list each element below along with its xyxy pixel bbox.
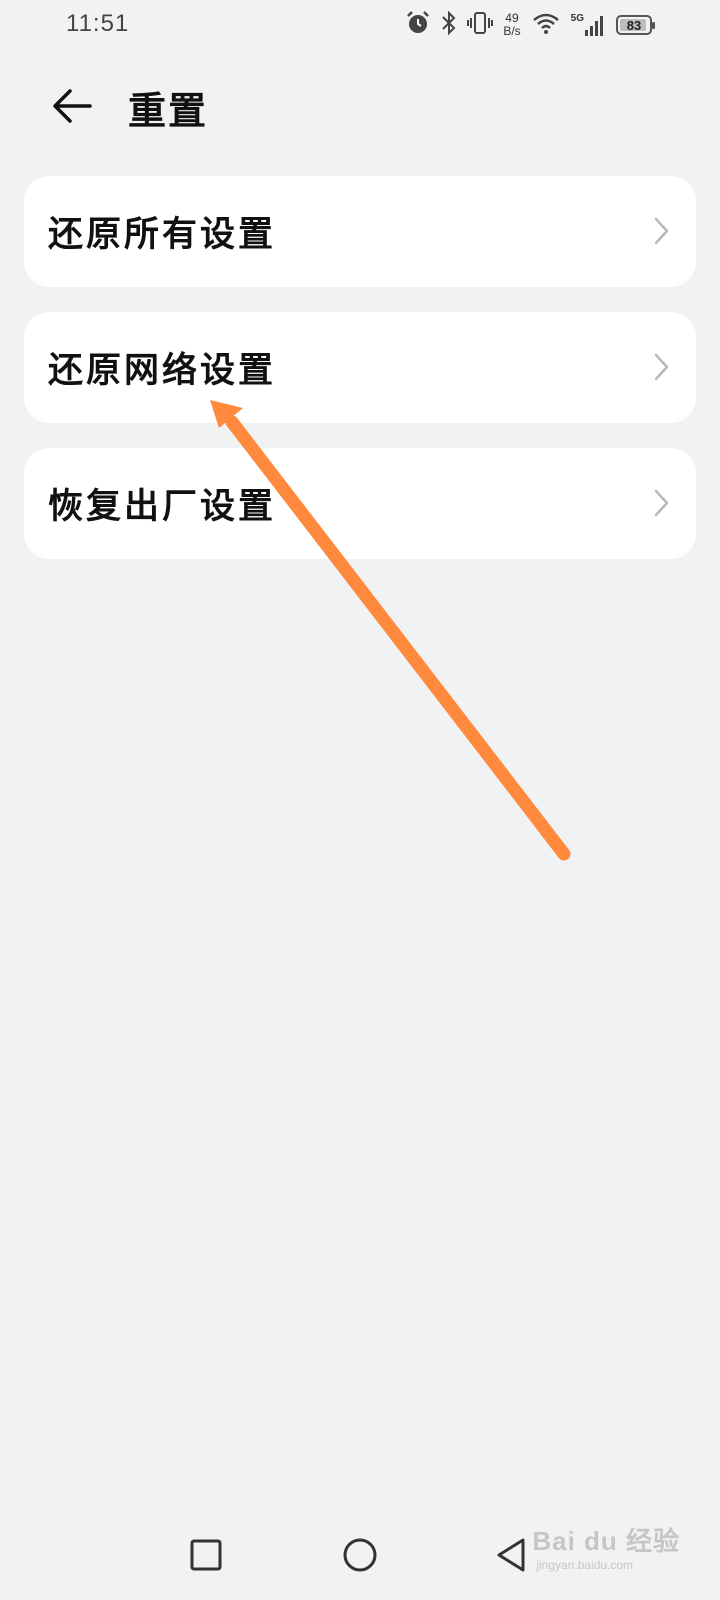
watermark-sub: jingyan.baidu.com: [536, 1558, 634, 1572]
status-bar: 11:51 49 B/s 5G 83: [0, 0, 720, 50]
network-type: 5G: [570, 13, 584, 24]
settings-list: 还原所有设置 还原网络设置 恢复出厂设置: [24, 176, 696, 584]
back-triangle-icon: [497, 1538, 525, 1572]
chevron-right-icon: [654, 353, 669, 381]
header: 重置: [0, 70, 720, 140]
alarm-icon: [405, 10, 431, 40]
arrow-left-icon: [53, 89, 92, 123]
list-item-reset-network-settings[interactable]: 还原网络设置: [24, 312, 696, 423]
list-item-label: 还原所有设置: [48, 214, 277, 255]
battery-icon: 83: [616, 15, 655, 35]
status-time: 11:51: [66, 10, 130, 37]
battery-level: 83: [626, 17, 642, 33]
nav-bar: Bai du 经验 jingyan.baidu.com: [0, 1510, 720, 1600]
recents-square-icon: [190, 1539, 222, 1571]
net-speed: 49 B/s: [503, 12, 520, 38]
list-item-reset-all-settings[interactable]: 还原所有设置: [24, 176, 696, 287]
list-item-factory-reset[interactable]: 恢复出厂设置: [24, 448, 696, 559]
watermark: Bai du 经验 jingyan.baidu.com: [532, 1521, 680, 1572]
net-speed-unit: B/s: [503, 24, 521, 38]
vibrate-icon: [467, 10, 494, 40]
home-button[interactable]: [335, 1530, 385, 1580]
wifi-icon: [531, 11, 561, 39]
status-icons: 49 B/s 5G 83: [405, 8, 655, 42]
home-circle-icon: [343, 1538, 377, 1572]
page-title: 重置: [128, 88, 209, 133]
nav-back-button[interactable]: [486, 1530, 536, 1580]
recents-button[interactable]: [181, 1530, 231, 1580]
chevron-right-icon: [654, 217, 669, 245]
list-item-label: 还原网络设置: [48, 350, 277, 391]
bluetooth-icon: [441, 10, 457, 40]
chevron-right-icon: [654, 489, 669, 517]
watermark-main: Bai du 经验: [532, 1526, 680, 1556]
back-button[interactable]: [44, 78, 100, 134]
list-item-label: 恢复出厂设置: [48, 486, 277, 527]
signal-icon: 5G: [571, 13, 606, 37]
